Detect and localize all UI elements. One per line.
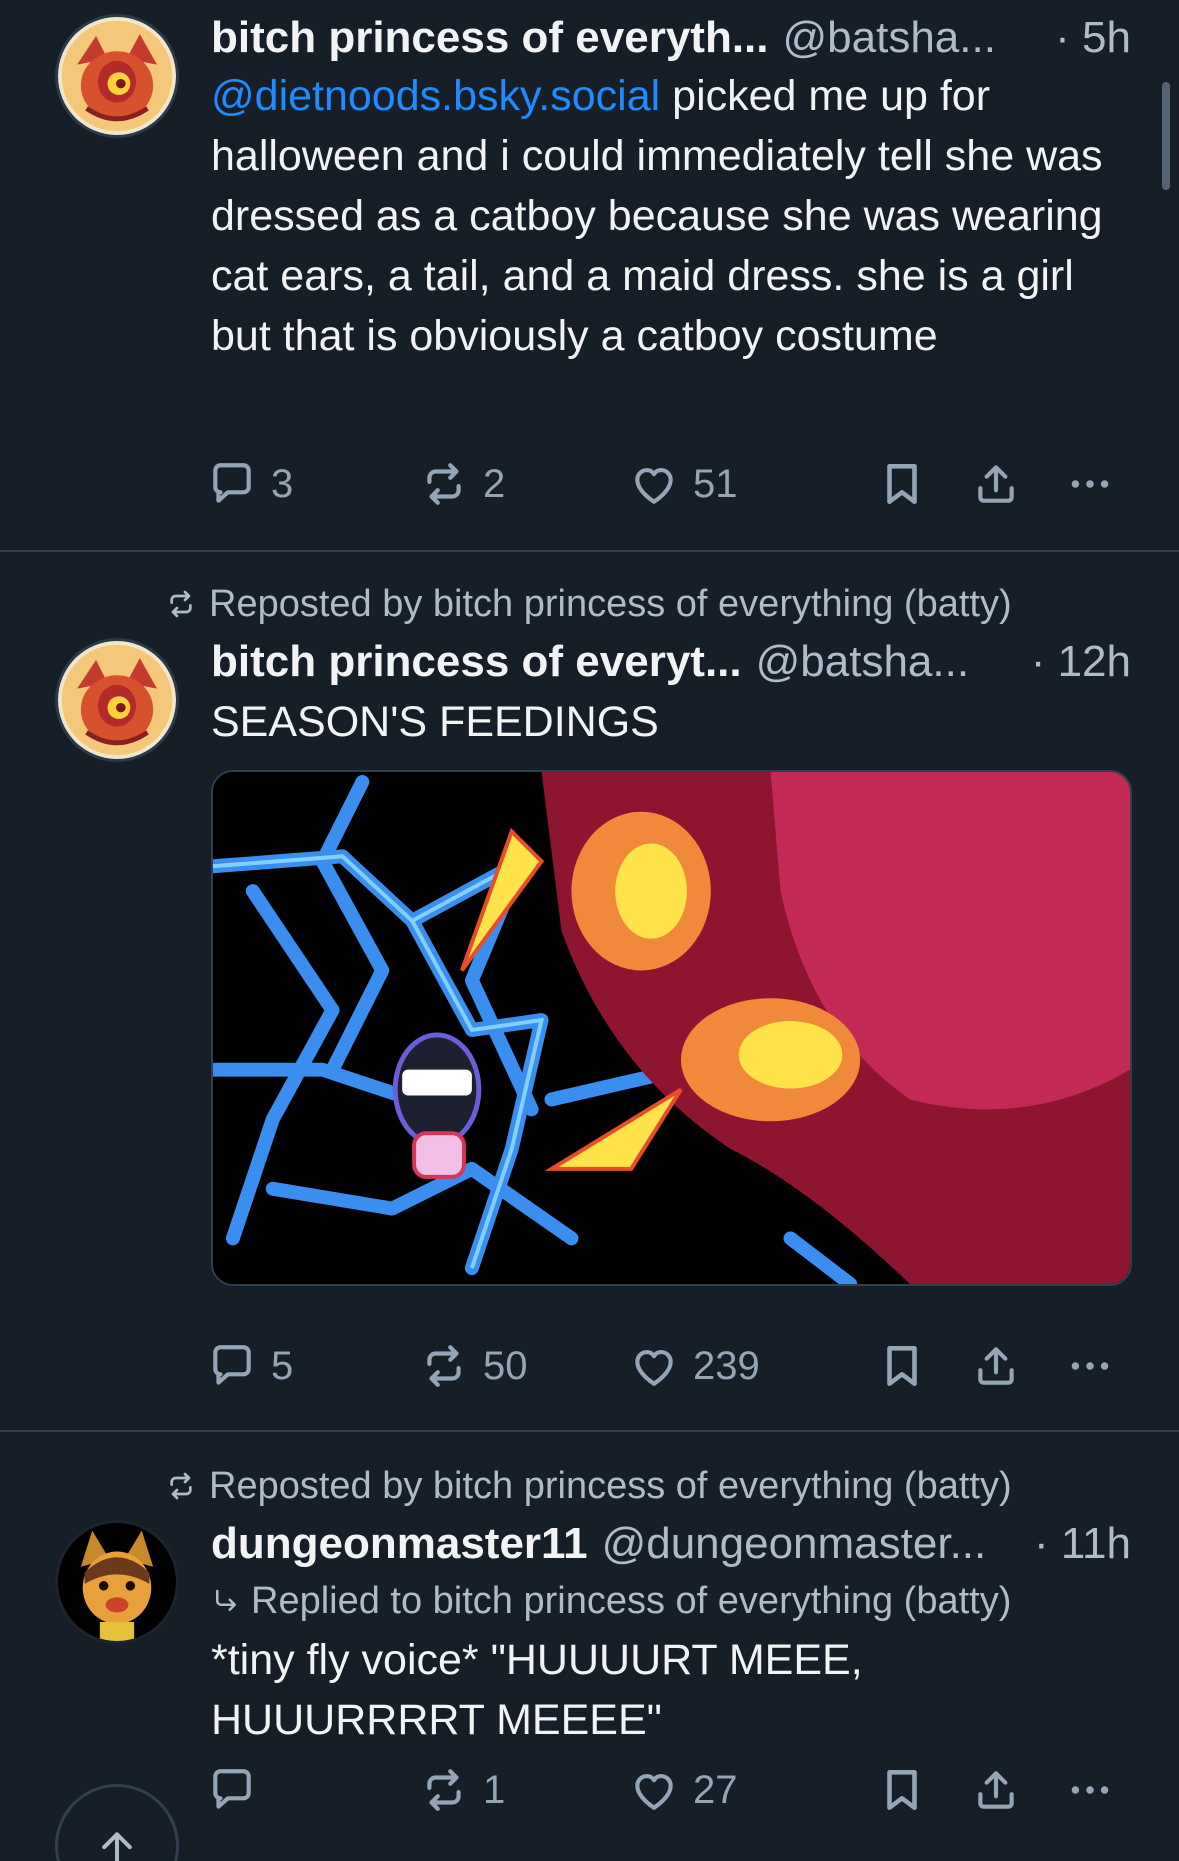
author-display-name[interactable]: bitch princess of everyt...	[211, 634, 742, 690]
share-icon	[971, 459, 1021, 509]
speech-bubble-icon	[207, 459, 257, 509]
post-header: bitch princess of everyt... @batsha... ·…	[211, 634, 1131, 690]
like-button[interactable]: 239	[629, 1336, 760, 1396]
heart-icon	[629, 1765, 679, 1815]
reply-to-label: Replied to bitch princess of everything …	[251, 1580, 1012, 1622]
more-options-button[interactable]	[1065, 454, 1115, 514]
author-handle[interactable]: @dungeonmaster...	[602, 1516, 987, 1572]
more-dots-icon	[1065, 1765, 1115, 1815]
post-actions: 1 27	[207, 1760, 1131, 1820]
author-display-name[interactable]: bitch princess of everyth...	[211, 10, 769, 66]
repost-arrows-icon	[165, 1470, 197, 1502]
repost-indicator[interactable]: Reposted by bitch princess of everything…	[165, 582, 1139, 626]
post-timestamp[interactable]: · 11h	[1034, 1516, 1131, 1572]
arrow-up-icon	[95, 1827, 139, 1861]
share-button[interactable]	[971, 454, 1021, 514]
post[interactable]: Reposted by bitch princess of everything…	[0, 552, 1179, 1432]
reply-button[interactable]: 3	[207, 454, 293, 514]
post[interactable]: Reposted by bitch princess of everything…	[0, 1432, 1179, 1861]
scrollbar[interactable]	[1162, 82, 1170, 190]
repost-button[interactable]: 50	[419, 1336, 528, 1396]
repost-count: 50	[483, 1343, 528, 1388]
spider-illustration-image	[213, 772, 1130, 1284]
post-body: *tiny fly voice* "HUUUURT MEEE, HUUURRRR…	[211, 1636, 863, 1744]
post-text: @dietnoods.bsky.social picked me up for …	[211, 66, 1131, 366]
reply-count: 3	[271, 461, 294, 506]
post-header: bitch princess of everyth... @batsha... …	[211, 10, 1131, 66]
avatar[interactable]	[55, 1520, 179, 1644]
more-options-button[interactable]	[1065, 1336, 1115, 1396]
author-handle[interactable]: @batsha...	[756, 634, 969, 690]
speech-bubble-icon	[207, 1765, 257, 1815]
more-dots-icon	[1065, 459, 1115, 509]
more-options-button[interactable]	[1065, 1760, 1115, 1820]
bat-character-avatar-image	[58, 641, 176, 759]
reply-button[interactable]	[207, 1760, 271, 1820]
like-count: 27	[693, 1767, 738, 1812]
bat-character-avatar-image	[58, 17, 176, 135]
author-display-name[interactable]: dungeonmaster11	[211, 1516, 588, 1572]
repost-arrows-icon	[419, 1341, 469, 1391]
repost-button[interactable]: 1	[419, 1760, 505, 1820]
dog-character-avatar-image	[58, 1523, 176, 1641]
post-actions: 3 2 51	[207, 454, 1131, 514]
like-count: 239	[693, 1343, 760, 1388]
avatar[interactable]	[55, 14, 179, 138]
bookmark-icon	[877, 459, 927, 509]
reply-indicator[interactable]: Replied to bitch princess of everything …	[211, 1576, 1131, 1626]
more-dots-icon	[1065, 1341, 1115, 1391]
repost-arrows-icon	[419, 459, 469, 509]
post-timestamp[interactable]: · 12h	[1031, 634, 1131, 690]
share-icon	[971, 1765, 1021, 1815]
repost-arrows-icon	[165, 588, 197, 620]
post-image[interactable]	[211, 770, 1132, 1286]
mention-link[interactable]: @dietnoods.bsky.social	[211, 72, 660, 120]
post-actions: 5 50 239	[207, 1336, 1131, 1396]
heart-icon	[629, 1341, 679, 1391]
share-button[interactable]	[971, 1336, 1021, 1396]
post[interactable]: bitch princess of everyth... @batsha... …	[0, 0, 1179, 552]
post-timestamp[interactable]: · 5h	[1055, 10, 1131, 66]
repost-indicator[interactable]: Reposted by bitch princess of everything…	[165, 1464, 1139, 1508]
reply-arrow-icon	[211, 1586, 241, 1616]
repost-count: 2	[483, 461, 506, 506]
author-handle[interactable]: @batsha...	[783, 10, 996, 66]
reply-count: 5	[271, 1343, 294, 1388]
like-count: 51	[693, 461, 738, 506]
post-body: SEASON'S FEEDINGS	[211, 698, 659, 746]
bookmark-button[interactable]	[877, 1760, 927, 1820]
repost-arrows-icon	[419, 1765, 469, 1815]
repost-count: 1	[483, 1767, 506, 1812]
repost-button[interactable]: 2	[419, 454, 505, 514]
share-icon	[971, 1341, 1021, 1391]
speech-bubble-icon	[207, 1341, 257, 1391]
heart-icon	[629, 459, 679, 509]
repost-label: Reposted by bitch princess of everything…	[209, 582, 1012, 625]
repost-label: Reposted by bitch princess of everything…	[209, 1464, 1012, 1507]
like-button[interactable]: 51	[629, 454, 738, 514]
like-button[interactable]: 27	[629, 1760, 738, 1820]
bookmark-button[interactable]	[877, 454, 927, 514]
avatar[interactable]	[55, 638, 179, 762]
post-header: dungeonmaster11 @dungeonmaster... · 11h	[211, 1516, 1131, 1572]
bookmark-icon	[877, 1341, 927, 1391]
reply-button[interactable]: 5	[207, 1336, 293, 1396]
bookmark-button[interactable]	[877, 1336, 927, 1396]
bookmark-icon	[877, 1765, 927, 1815]
share-button[interactable]	[971, 1760, 1021, 1820]
